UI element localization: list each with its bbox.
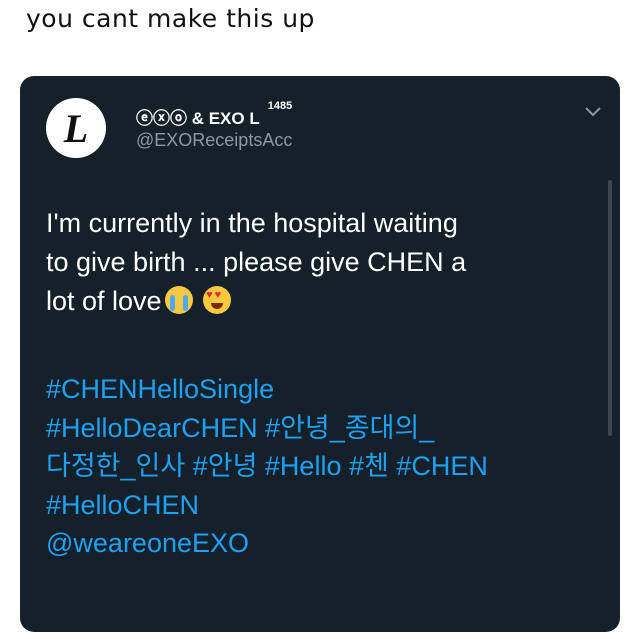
hashtag-line[interactable]: 다정한_인사 #안녕 #Hello #첸 #CHEN: [46, 447, 606, 486]
tweet-text-line: lot of love: [46, 286, 162, 316]
name-superscript: 1485: [267, 100, 293, 112]
tweet-text: I'm currently in the hospital waiting to…: [46, 204, 606, 321]
hashtag-line[interactable]: #HelloDearCHEN #안녕_종대의_: [46, 409, 606, 448]
mention-link[interactable]: @weareoneEXO: [46, 524, 606, 563]
loudly-crying-face-emoji: [164, 286, 193, 314]
user-handle[interactable]: @EXOReceiptsAcc: [136, 130, 292, 151]
tweet-text-line: I'm currently in the hospital waiting: [46, 208, 458, 238]
tweet-card[interactable]: L ⓔⓧⓞ & EXO L 1485 @EXOReceiptsAcc I'm c…: [20, 76, 620, 632]
hashtag-block: #CHENHelloSingle #HelloDearCHEN #안녕_종대의_…: [46, 370, 606, 563]
hashtag-line[interactable]: #CHENHelloSingle: [46, 370, 606, 409]
tweet-text-line: to give birth ... please give CHEN a: [46, 247, 467, 277]
avatar[interactable]: L: [46, 98, 106, 158]
avatar-letter: L: [63, 106, 89, 151]
post-caption: you cant make this up: [26, 4, 315, 33]
hashtag-line[interactable]: #HelloCHEN: [46, 486, 606, 525]
display-name[interactable]: ⓔⓧⓞ & EXO L: [136, 104, 260, 129]
scrollbar[interactable]: [608, 180, 612, 436]
chevron-down-icon[interactable]: [584, 106, 602, 118]
tweet-author[interactable]: ⓔⓧⓞ & EXO L 1485: [136, 100, 292, 129]
heart-eyes-emoji: [203, 286, 232, 314]
